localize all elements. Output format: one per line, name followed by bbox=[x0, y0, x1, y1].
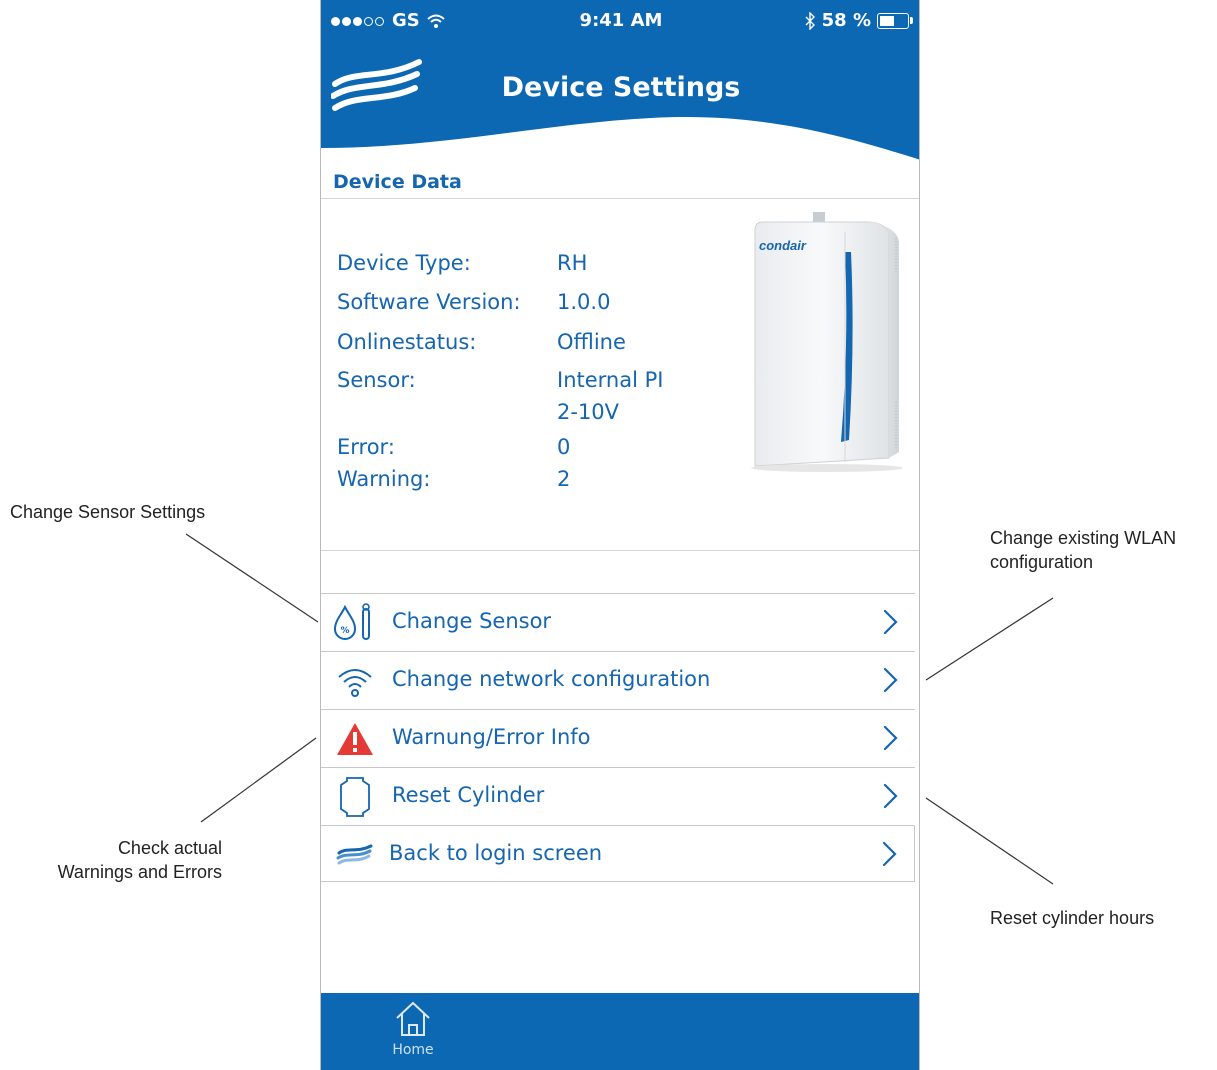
callout-change-sensor: Change Sensor Settings bbox=[10, 500, 205, 524]
wave-logo-icon bbox=[333, 826, 377, 883]
callout-text: Check actual bbox=[117, 838, 222, 858]
info-value-sensor-range: 2-10V bbox=[557, 400, 620, 424]
tab-home[interactable]: Home bbox=[383, 1000, 443, 1058]
menu-item-label: Reset Cylinder bbox=[392, 783, 545, 807]
battery-percent: 58 % bbox=[821, 10, 871, 31]
humidity-sensor-icon: % bbox=[333, 594, 377, 651]
menu-item-label: Warnung/Error Info bbox=[392, 725, 591, 749]
callout-text: Warnings and Errors bbox=[57, 862, 222, 882]
warning-icon bbox=[333, 710, 377, 767]
battery-icon bbox=[877, 12, 913, 29]
callout-text: Change Sensor Settings bbox=[10, 502, 206, 522]
section-title-device-data: Device Data bbox=[333, 171, 462, 193]
info-label-software-version: Software Version: bbox=[337, 290, 521, 314]
callout-reset: Reset cylinder hours bbox=[990, 906, 1154, 930]
menu-item-change-network[interactable]: Change network configuration bbox=[321, 651, 915, 708]
chevron-right-icon bbox=[883, 725, 898, 751]
cylinder-icon bbox=[333, 768, 377, 825]
divider bbox=[321, 550, 919, 551]
menu-item-back-to-login[interactable]: Back to login screen bbox=[321, 825, 915, 882]
info-label-sensor: Sensor: bbox=[337, 368, 416, 392]
divider bbox=[321, 198, 919, 199]
chevron-right-icon bbox=[883, 609, 898, 635]
info-label-device-type: Device Type: bbox=[337, 251, 471, 275]
info-value-software-version: 1.0.0 bbox=[557, 290, 611, 314]
info-value-warning: 2 bbox=[557, 467, 571, 491]
wifi-icon bbox=[333, 652, 377, 709]
callout-text: Reset cylinder hours bbox=[990, 908, 1155, 928]
callout-text: Change existing WLAN bbox=[990, 528, 1177, 548]
svg-text:%: % bbox=[340, 626, 349, 636]
chevron-right-icon bbox=[883, 783, 898, 809]
callout-wlan: Change existing WLAN configuration bbox=[990, 526, 1176, 574]
menu-item-label: Back to login screen bbox=[389, 841, 603, 865]
menu-item-label: Change Sensor bbox=[392, 609, 552, 633]
menu-item-warning-error-info[interactable]: Warnung/Error Info bbox=[321, 709, 915, 766]
info-label-warning: Warning: bbox=[337, 467, 431, 491]
info-value-sensor: Internal PI bbox=[557, 368, 664, 392]
callout-warnings: Check actual Warnings and Errors bbox=[22, 836, 222, 884]
chevron-right-icon bbox=[883, 667, 898, 693]
page-title: Device Settings bbox=[501, 72, 741, 103]
home-icon bbox=[396, 1001, 430, 1036]
info-value-online-status: Offline bbox=[557, 330, 626, 354]
device-brand-logo: condair bbox=[759, 238, 807, 253]
menu-item-reset-cylinder[interactable]: Reset Cylinder bbox=[321, 767, 915, 824]
menu-item-change-sensor[interactable]: % Change Sensor bbox=[321, 593, 915, 650]
info-label-error: Error: bbox=[337, 435, 395, 459]
menu-item-label: Change network configuration bbox=[392, 667, 711, 691]
status-bar: GS 9:41 AM 58 % bbox=[321, 0, 919, 40]
callout-text: configuration bbox=[990, 552, 1094, 572]
phone-screen: GS 9:41 AM 58 % Device Settings Device D… bbox=[320, 0, 920, 1070]
info-label-online-status: Onlinestatus: bbox=[337, 330, 477, 354]
info-value-error: 0 bbox=[557, 435, 571, 459]
chevron-right-icon bbox=[882, 841, 897, 867]
device-image: condair bbox=[751, 212, 903, 472]
info-value-device-type: RH bbox=[557, 251, 588, 275]
bluetooth-icon bbox=[805, 11, 815, 30]
tab-home-label: Home bbox=[392, 1042, 434, 1058]
